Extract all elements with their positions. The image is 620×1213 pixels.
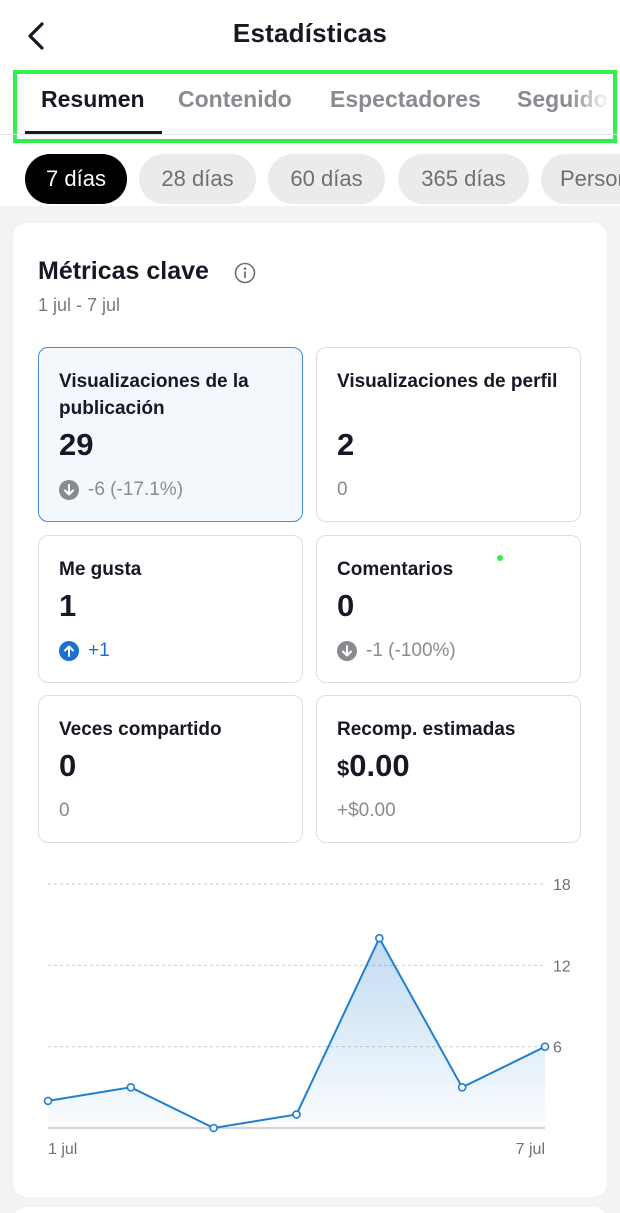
metric-estimated-rewards[interactable]: Recomp. estimadas $0.00 +$0.00 <box>316 695 581 843</box>
chart-svg: 6 12 18 1 jul 7 jul <box>43 877 571 1158</box>
metric-change-text: -6 (-17.1%) <box>88 479 184 500</box>
period-chip-7[interactable]: 7 días <box>25 154 127 204</box>
y-tick-label: 18 <box>553 877 571 894</box>
metric-change-text: -1 (-100%) <box>366 640 456 661</box>
data-point <box>292 1110 301 1119</box>
period-chip-custom[interactable]: Personalizado <box>541 154 620 204</box>
views-chart: 6 12 18 1 jul 7 jul <box>0 860 620 1170</box>
metric-change: 0 <box>59 800 70 822</box>
x-tick-label: 7 jul <box>516 1141 545 1158</box>
metric-value: $0.00 <box>337 748 410 784</box>
header: Estadísticas <box>0 0 620 70</box>
data-point <box>457 1083 467 1092</box>
x-tick-label: 1 jul <box>48 1141 77 1158</box>
key-metrics-title: Métricas clave <box>38 257 209 285</box>
metric-change-text: +1 <box>88 640 110 661</box>
tabs-divider <box>0 134 620 135</box>
metric-value: 0 <box>59 748 77 783</box>
metric-change-text: +$0.00 <box>337 800 396 821</box>
metric-value-amount: 0.00 <box>349 748 410 783</box>
currency-symbol: $ <box>337 756 350 781</box>
metric-value: 29 <box>59 427 94 462</box>
metric-label: Comentarios <box>337 559 454 580</box>
y-tick-label: 6 <box>553 1040 562 1057</box>
metric-change-text: 0 <box>337 479 348 500</box>
metric-label: Me gusta <box>59 559 142 580</box>
page-title: Estadísticas <box>232 18 388 48</box>
metric-change: -1 (-100%) <box>337 640 456 662</box>
metric-change: +$0.00 <box>337 800 396 822</box>
next-card <box>13 1207 607 1213</box>
arrow-down-circle-icon <box>59 480 79 500</box>
arrow-up-circle-icon <box>59 641 79 661</box>
info-icon[interactable] <box>234 262 256 284</box>
period-chip-365[interactable]: 365 días <box>398 154 529 204</box>
data-point <box>126 1083 136 1092</box>
metric-comments[interactable]: Comentarios 0 -1 (-100%) <box>316 535 581 683</box>
period-chip-60[interactable]: 60 días <box>268 154 385 204</box>
data-point <box>540 1042 550 1051</box>
period-selector: 7 días 28 días 60 días 365 días Personal… <box>0 154 620 204</box>
period-chip-28[interactable]: 28 días <box>139 154 256 204</box>
metric-change-text: 0 <box>59 800 70 821</box>
metric-likes[interactable]: Me gusta 1 +1 <box>38 535 303 683</box>
tab-bar-highlight <box>13 70 617 143</box>
metric-change: -6 (-17.1%) <box>59 479 183 501</box>
metric-change: +1 <box>59 640 110 662</box>
metric-value: 1 <box>59 588 77 623</box>
metric-label: Veces compartido <box>59 719 222 740</box>
data-point <box>43 1096 53 1106</box>
metric-label: Recomp. estimadas <box>337 719 516 740</box>
notification-dot <box>497 555 503 561</box>
metric-label: Visualizaciones de perfil <box>337 371 558 392</box>
series-area <box>48 938 545 1128</box>
data-point <box>375 933 384 943</box>
y-tick-label: 12 <box>553 958 571 975</box>
metric-profile-views[interactable]: Visualizaciones de perfil 2 0 <box>316 347 581 522</box>
metric-change: 0 <box>337 479 348 501</box>
metric-post-views[interactable]: Visualizaciones de la publicación 29 -6 … <box>38 347 303 522</box>
arrow-down-circle-icon <box>337 641 357 661</box>
metric-value: 2 <box>337 427 355 462</box>
date-range: 1 jul - 7 jul <box>38 295 121 315</box>
metric-shares[interactable]: Veces compartido 0 0 <box>38 695 303 843</box>
data-point <box>209 1123 218 1133</box>
metric-value: 0 <box>337 588 355 623</box>
metric-label: Visualizaciones de la publicación <box>59 371 249 419</box>
